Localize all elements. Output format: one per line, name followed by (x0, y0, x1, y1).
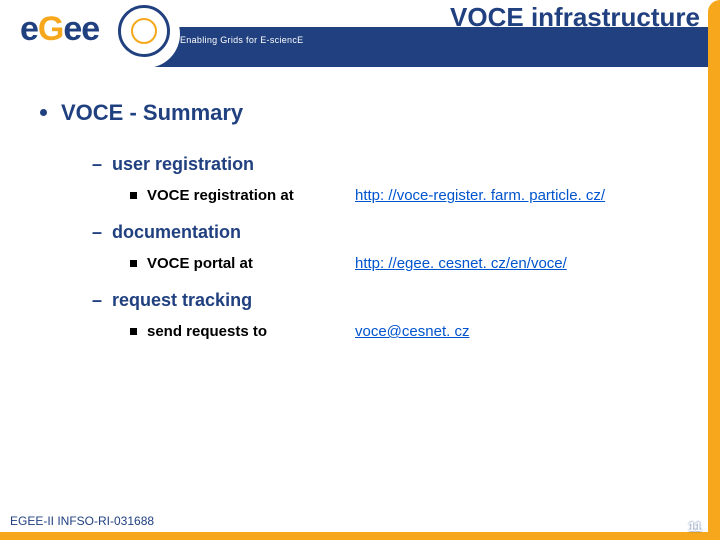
slide: VOCE infrastructure Enabling Grids for E… (0, 0, 720, 540)
footer-reference: EGEE-II INFSO-RI-031688 (10, 514, 154, 528)
logo-text: eGee (20, 10, 99, 49)
list-item: VOCE portal at http: //egee. cesnet. cz/… (130, 255, 720, 272)
square-bullet-icon (130, 260, 137, 267)
contact-email-link[interactable]: voce@cesnet. cz (355, 323, 469, 340)
registration-link[interactable]: http: //voce-register. farm. particle. c… (355, 187, 605, 204)
heading-level1: VOCE - Summary (40, 100, 720, 126)
egee-logo: eGee (0, 0, 180, 68)
page-number: 11 (688, 519, 702, 534)
square-bullet-icon (130, 328, 137, 335)
logo-letter-g: G (38, 10, 63, 48)
item-label: send requests to (130, 323, 355, 340)
subheading-label: documentation (112, 222, 241, 242)
slide-body: VOCE - Summary –user registration VOCE r… (0, 100, 720, 510)
subheading-user-registration: –user registration (92, 154, 720, 175)
dash-icon: – (92, 154, 102, 174)
subheading-label: user registration (112, 154, 254, 174)
portal-link[interactable]: http: //egee. cesnet. cz/en/voce/ (355, 255, 567, 272)
heading-text: VOCE - Summary (61, 100, 243, 125)
list-item: VOCE registration at http: //voce-regist… (130, 187, 720, 204)
list-item: send requests to voce@cesnet. cz (130, 323, 720, 340)
item-label: VOCE registration at (130, 187, 355, 204)
subheading-label: request tracking (112, 290, 252, 310)
subheading-request-tracking: –request tracking (92, 290, 720, 311)
dash-icon: – (92, 290, 102, 310)
logo-letter-e: e (20, 10, 38, 48)
header-tagline: Enabling Grids for E-sciencE (180, 35, 303, 45)
square-bullet-icon (130, 192, 137, 199)
bullet-icon (40, 109, 47, 116)
dash-icon: – (92, 222, 102, 242)
item-label: VOCE portal at (130, 255, 355, 272)
logo-letter-ee: ee (63, 10, 99, 48)
footer-bar (0, 532, 720, 540)
logo-ring-inner-icon (131, 18, 157, 44)
subheading-documentation: –documentation (92, 222, 720, 243)
